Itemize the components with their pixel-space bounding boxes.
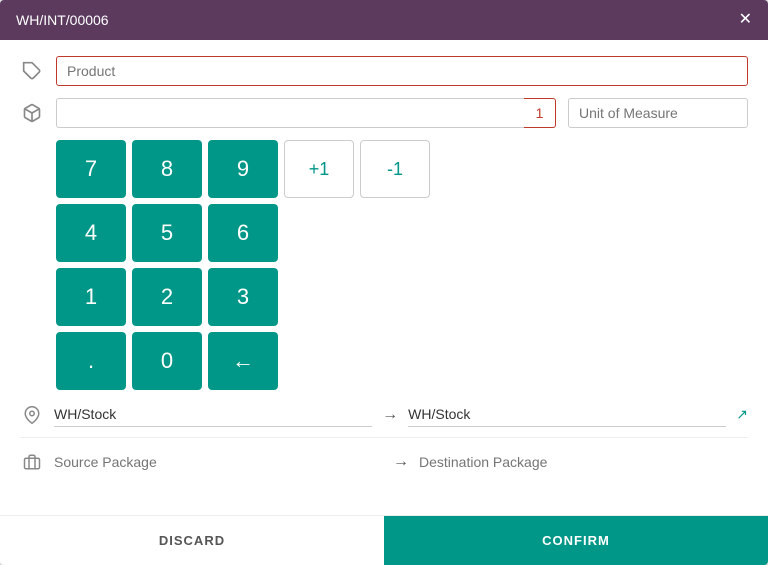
- uom-input[interactable]: [568, 98, 748, 128]
- keypad: 7 8 9 +1 -1 4 5 6 1 2 3 . 0 ←: [56, 140, 748, 390]
- package-row: →: [20, 450, 748, 474]
- package-arrow-icon: →: [393, 453, 409, 471]
- keypad-5[interactable]: 5: [132, 204, 202, 262]
- external-link-icon[interactable]: ↗: [736, 406, 748, 423]
- location-row: → ↗: [20, 402, 748, 438]
- quantity-input[interactable]: [56, 98, 524, 128]
- product-input[interactable]: [56, 56, 748, 86]
- keypad-9[interactable]: 9: [208, 140, 278, 198]
- quantity-row: 1: [20, 98, 748, 128]
- keypad-3[interactable]: 3: [208, 268, 278, 326]
- discard-button[interactable]: DISCARD: [0, 516, 384, 565]
- modal-header: WH/INT/00006 ✕: [0, 0, 768, 40]
- keypad-2[interactable]: 2: [132, 268, 202, 326]
- location-arrow-icon: →: [382, 406, 398, 424]
- keypad-8[interactable]: 8: [132, 140, 202, 198]
- destination-package-input[interactable]: [419, 450, 748, 474]
- location-from-input[interactable]: [54, 402, 372, 427]
- modal-window: WH/INT/00006 ✕: [0, 0, 768, 565]
- confirm-button[interactable]: CONFIRM: [384, 516, 768, 565]
- quantity-badge: 1: [524, 98, 556, 128]
- keypad-7[interactable]: 7: [56, 140, 126, 198]
- product-row: [20, 56, 748, 86]
- modal-title: WH/INT/00006: [16, 12, 109, 28]
- tag-icon: [20, 61, 44, 81]
- keypad-plus1[interactable]: +1: [284, 140, 354, 198]
- quantity-wrapper: 1: [56, 98, 556, 128]
- keypad-dot[interactable]: .: [56, 332, 126, 390]
- location-to-input[interactable]: [408, 402, 726, 427]
- location-pin-icon: [20, 405, 44, 425]
- keypad-6[interactable]: 6: [208, 204, 278, 262]
- modal-body: 1 7 8 9 +1 -1 4 5 6 1 2 3: [0, 40, 768, 515]
- keypad-minus1[interactable]: -1: [360, 140, 430, 198]
- keypad-4[interactable]: 4: [56, 204, 126, 262]
- keypad-0[interactable]: 0: [132, 332, 202, 390]
- modal-footer: DISCARD CONFIRM: [0, 515, 768, 565]
- box-icon: [20, 103, 44, 123]
- package-icon: [20, 453, 44, 471]
- source-package-input[interactable]: [54, 450, 383, 474]
- close-button[interactable]: ✕: [739, 12, 752, 28]
- keypad-backspace[interactable]: ←: [208, 332, 278, 390]
- keypad-1[interactable]: 1: [56, 268, 126, 326]
